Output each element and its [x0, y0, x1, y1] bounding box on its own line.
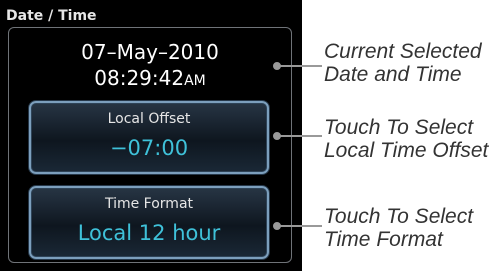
callout-format-line2: Time Format — [324, 228, 443, 251]
callout-dot-offset — [273, 132, 281, 140]
callout-current-line1: Current Selected — [324, 40, 482, 63]
callout-dot-format — [273, 222, 281, 230]
callout-time-format: Touch To Select Time Format — [324, 205, 473, 251]
callout-dot-current — [273, 62, 281, 70]
callout-current-line2: Date and Time — [324, 63, 462, 86]
callout-current-datetime: Current Selected Date and Time — [324, 40, 482, 86]
callout-offset-line2: Local Time Offset — [324, 139, 489, 162]
callout-local-offset: Touch To Select Local Time Offset — [324, 116, 488, 162]
callout-offset-line1: Touch To Select — [324, 116, 474, 139]
callout-format-line1: Touch To Select — [324, 205, 474, 228]
